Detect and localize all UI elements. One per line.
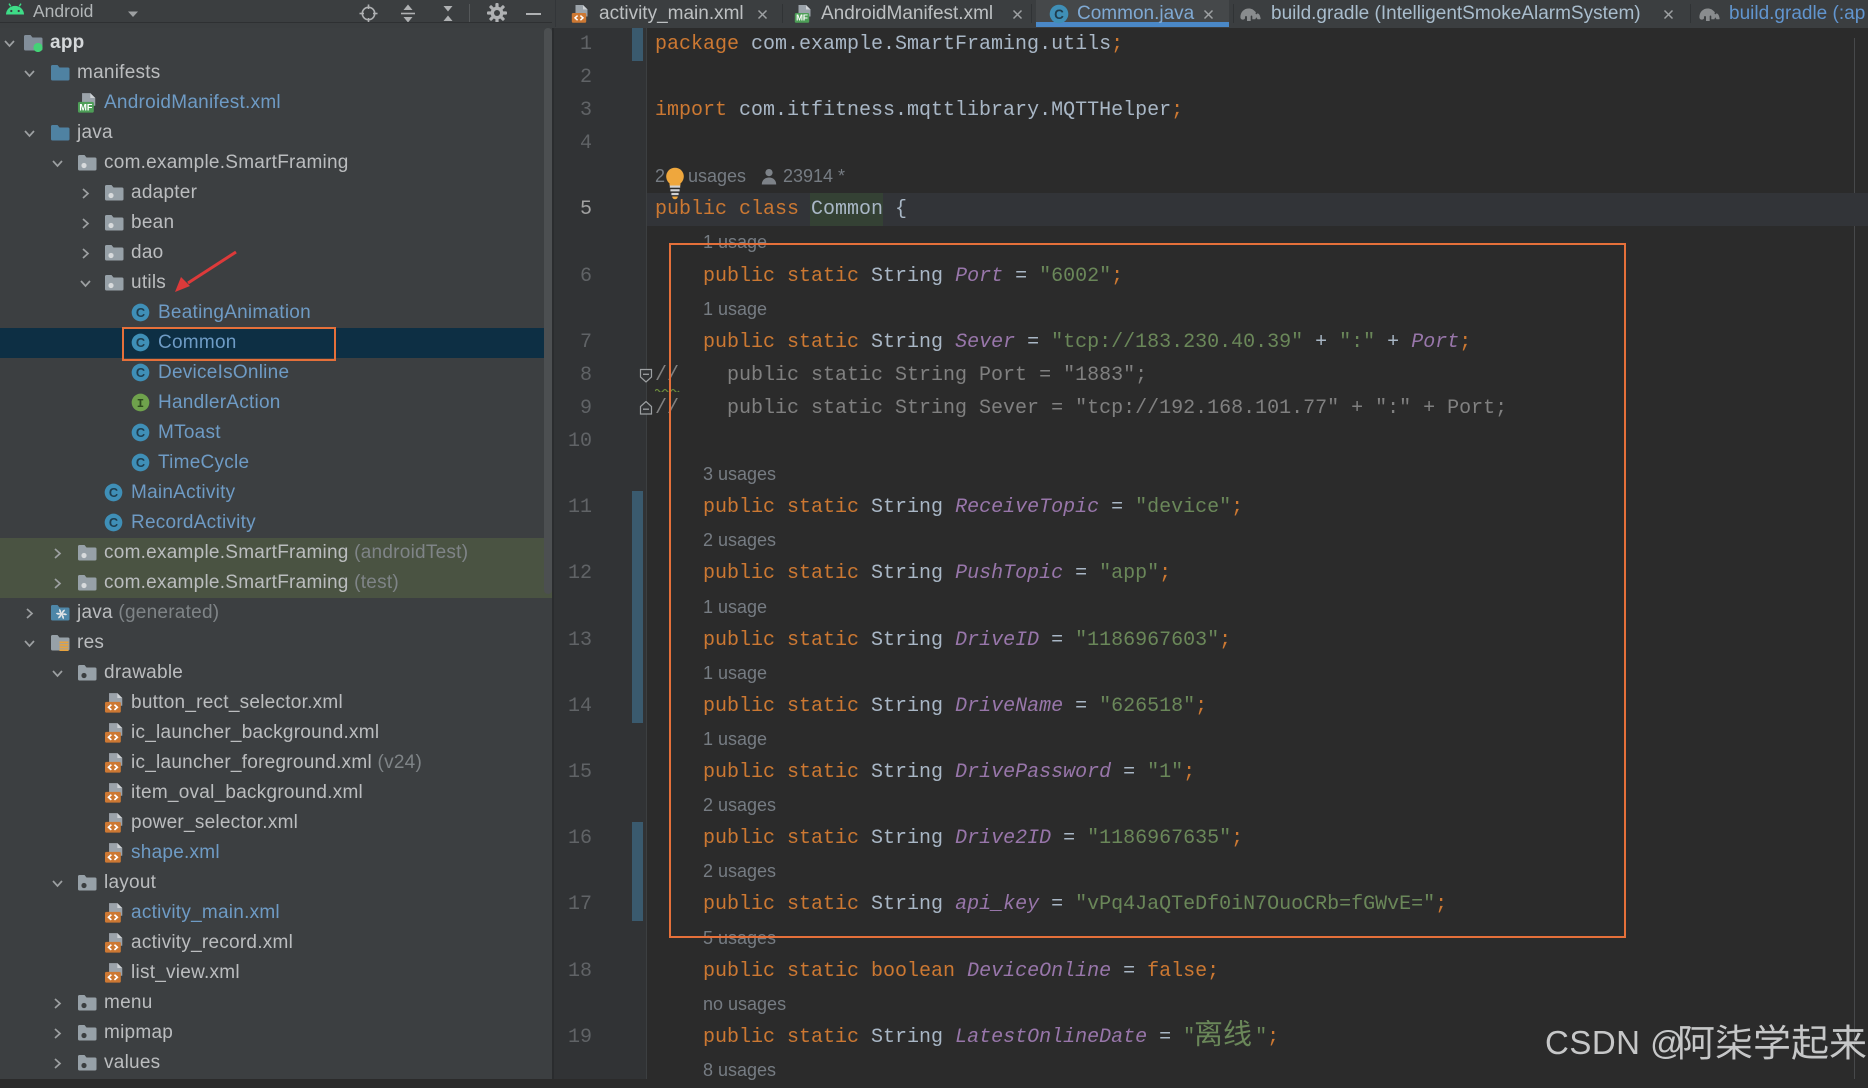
svg-text:MF: MF [796,14,808,23]
svg-text:C: C [1054,7,1064,22]
